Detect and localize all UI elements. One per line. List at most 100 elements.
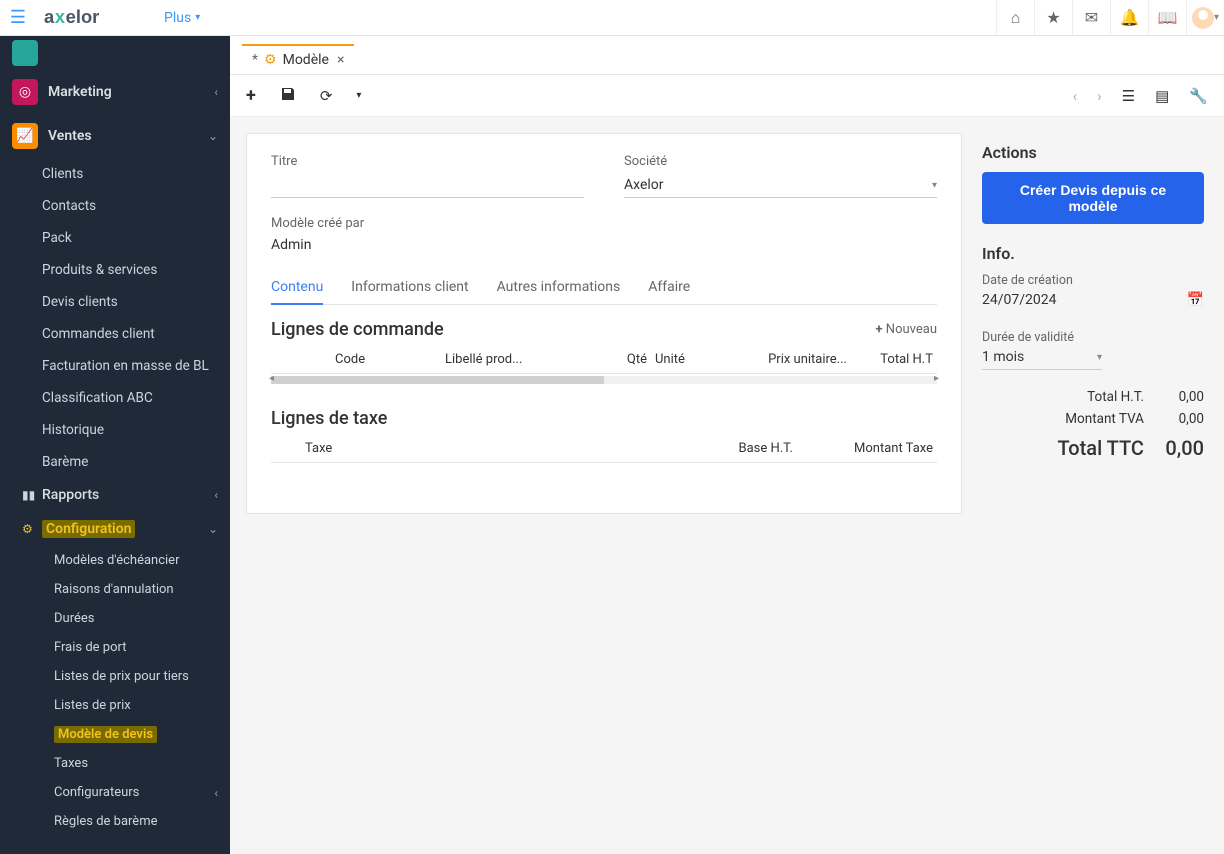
close-icon[interactable]: × bbox=[337, 52, 344, 68]
mail-icon[interactable]: ✉ bbox=[1072, 0, 1110, 36]
sidebar-item-raisons-annulation[interactable]: Raisons d'annulation bbox=[0, 575, 230, 604]
user-avatar[interactable]: ▾ bbox=[1186, 0, 1224, 36]
svg-text:elor: elor bbox=[66, 6, 100, 27]
list-view-icon[interactable]: ☰ bbox=[1122, 87, 1135, 105]
calendar-icon[interactable]: 📅 bbox=[1187, 292, 1204, 308]
duree-label: Durée de validité bbox=[982, 330, 1204, 345]
titre-label: Titre bbox=[271, 154, 584, 169]
bell-icon[interactable]: 🔔 bbox=[1110, 0, 1148, 36]
sidebar-item-top[interactable] bbox=[0, 36, 230, 70]
ttc-value: 0,00 bbox=[1144, 436, 1204, 460]
refresh-button[interactable]: ⟳ bbox=[320, 87, 333, 105]
sidebar-item-regles-bareme[interactable]: Règles de barème bbox=[0, 807, 230, 836]
gear-icon: ⚙ bbox=[22, 522, 42, 536]
tax-lines-header: Taxe Base H.T. Montant Taxe bbox=[271, 435, 937, 463]
topbar-icons: ⌂ ★ ✉ 🔔 📖 ▾ bbox=[996, 0, 1224, 36]
modele-cree-label: Modèle créé par bbox=[271, 216, 604, 231]
horizontal-scrollbar[interactable]: ◂▸ bbox=[271, 376, 937, 384]
sidebar-item-frais-port[interactable]: Frais de port bbox=[0, 633, 230, 662]
main-content: * ⚙ Modèle × + ⟳ ▾ ‹ › ☰ ▤ 🔧 bbox=[230, 36, 1224, 854]
ttc-label: Total TTC bbox=[982, 436, 1144, 460]
chevron-down-icon: ⌄ bbox=[208, 522, 218, 536]
titre-input[interactable] bbox=[271, 173, 584, 198]
plus-menu[interactable]: Plus▾ bbox=[152, 10, 212, 26]
star-icon[interactable]: ★ bbox=[1034, 0, 1072, 36]
actions-title: Actions bbox=[982, 143, 1204, 162]
add-order-line-button[interactable]: + Nouveau bbox=[875, 322, 937, 337]
hamburger-menu[interactable]: ☰ bbox=[0, 0, 36, 36]
total-ht-label: Total H.T. bbox=[982, 389, 1144, 405]
form-view-icon[interactable]: ▤ bbox=[1155, 87, 1169, 105]
societe-select[interactable]: Axelor ▾ bbox=[624, 173, 937, 198]
sidebar-item-historique[interactable]: Historique bbox=[0, 414, 230, 446]
subtabs: Contenu Informations client Autres infor… bbox=[271, 271, 937, 305]
logo[interactable]: a x elor bbox=[36, 0, 152, 36]
main-form-card: Titre Société Axelor ▾ bbox=[246, 133, 962, 514]
bars-icon: ▮▮ bbox=[22, 488, 42, 502]
sidebar-item-bareme[interactable]: Barème bbox=[0, 446, 230, 478]
tab-affaire[interactable]: Affaire bbox=[648, 271, 690, 304]
tab-contenu[interactable]: Contenu bbox=[271, 271, 323, 305]
sidebar-item-configurateurs[interactable]: Configurateurs ‹ bbox=[0, 778, 230, 807]
sidebar: ◎ Marketing ‹ 📈 Ventes ⌄ Clients Contact… bbox=[0, 36, 230, 854]
save-button[interactable] bbox=[280, 86, 296, 106]
tva-value: 0,00 bbox=[1144, 411, 1204, 427]
right-panel: Actions Créer Devis depuis ce modèle Inf… bbox=[978, 133, 1208, 838]
chart-icon: 📈 bbox=[12, 123, 38, 149]
sidebar-item-rapports[interactable]: ▮▮ Rapports ‹ bbox=[0, 478, 230, 512]
create-quote-button[interactable]: Créer Devis depuis ce modèle bbox=[982, 172, 1204, 224]
target-icon: ◎ bbox=[12, 79, 38, 105]
chevron-left-icon: ‹ bbox=[214, 85, 218, 99]
date-creation-label: Date de création bbox=[982, 273, 1204, 288]
gear-icon: ⚙ bbox=[264, 52, 277, 68]
sidebar-item-produits[interactable]: Produits & services bbox=[0, 254, 230, 286]
home-icon[interactable]: ⌂ bbox=[996, 0, 1034, 36]
wrench-icon[interactable]: 🔧 bbox=[1189, 87, 1208, 105]
chevron-down-icon: ▾ bbox=[1097, 352, 1102, 363]
book-icon[interactable]: 📖 bbox=[1148, 0, 1186, 36]
more-menu[interactable]: ▾ bbox=[356, 90, 361, 101]
svg-text:a: a bbox=[44, 6, 55, 27]
tab-title: Modèle bbox=[283, 52, 329, 68]
sidebar-item-taxes[interactable]: Taxes bbox=[0, 749, 230, 778]
order-lines-title: Lignes de commande bbox=[271, 319, 444, 340]
tabbar: * ⚙ Modèle × bbox=[230, 36, 1224, 75]
order-lines-header: Code Libellé prod... Qté Unité Prix unit… bbox=[271, 346, 937, 374]
chevron-down-icon: ⌄ bbox=[208, 129, 218, 143]
sidebar-item-listes-prix-tiers[interactable]: Listes de prix pour tiers bbox=[0, 662, 230, 691]
add-button[interactable]: + bbox=[246, 85, 256, 106]
module-icon bbox=[12, 40, 38, 66]
sidebar-item-ventes[interactable]: 📈 Ventes ⌄ bbox=[0, 114, 230, 158]
sidebar-item-devis-clients[interactable]: Devis clients bbox=[0, 286, 230, 318]
chevron-left-icon: ‹ bbox=[214, 488, 218, 502]
info-title: Info. bbox=[982, 244, 1204, 263]
prev-button[interactable]: ‹ bbox=[1073, 87, 1078, 105]
sidebar-item-marketing[interactable]: ◎ Marketing ‹ bbox=[0, 70, 230, 114]
plus-icon: + bbox=[875, 322, 882, 337]
total-ht-value: 0,00 bbox=[1144, 389, 1204, 405]
sidebar-item-modeles-echeancier[interactable]: Modèles d'échéancier bbox=[0, 546, 230, 575]
tva-label: Montant TVA bbox=[982, 411, 1144, 427]
next-button[interactable]: › bbox=[1097, 87, 1102, 105]
sidebar-item-pack[interactable]: Pack bbox=[0, 222, 230, 254]
topbar: ☰ a x elor Plus▾ ⌂ ★ ✉ 🔔 📖 ▾ bbox=[0, 0, 1224, 36]
toolbar: + ⟳ ▾ ‹ › ☰ ▤ 🔧 bbox=[230, 75, 1224, 117]
sidebar-item-commandes[interactable]: Commandes client bbox=[0, 318, 230, 350]
sidebar-item-listes-prix[interactable]: Listes de prix bbox=[0, 691, 230, 720]
sidebar-item-facturation[interactable]: Facturation en masse de BL bbox=[0, 350, 230, 382]
sidebar-item-modele-devis[interactable]: Modèle de devis bbox=[0, 720, 230, 749]
tab-modele[interactable]: * ⚙ Modèle × bbox=[242, 44, 354, 74]
svg-text:x: x bbox=[55, 6, 66, 27]
date-creation-value: 24/07/2024 bbox=[982, 292, 1057, 308]
chevron-left-icon: ‹ bbox=[214, 786, 218, 800]
chevron-down-icon: ▾ bbox=[932, 180, 937, 191]
duree-select[interactable]: 1 mois ▾ bbox=[982, 347, 1102, 370]
tab-informations-client[interactable]: Informations client bbox=[351, 271, 468, 304]
tax-lines-title: Lignes de taxe bbox=[271, 408, 387, 429]
tab-autres-informations[interactable]: Autres informations bbox=[497, 271, 621, 304]
sidebar-item-durees[interactable]: Durées bbox=[0, 604, 230, 633]
sidebar-item-clients[interactable]: Clients bbox=[0, 158, 230, 190]
sidebar-item-classification[interactable]: Classification ABC bbox=[0, 382, 230, 414]
sidebar-item-configuration[interactable]: ⚙ Configuration ⌄ bbox=[0, 512, 230, 546]
sidebar-item-contacts[interactable]: Contacts bbox=[0, 190, 230, 222]
